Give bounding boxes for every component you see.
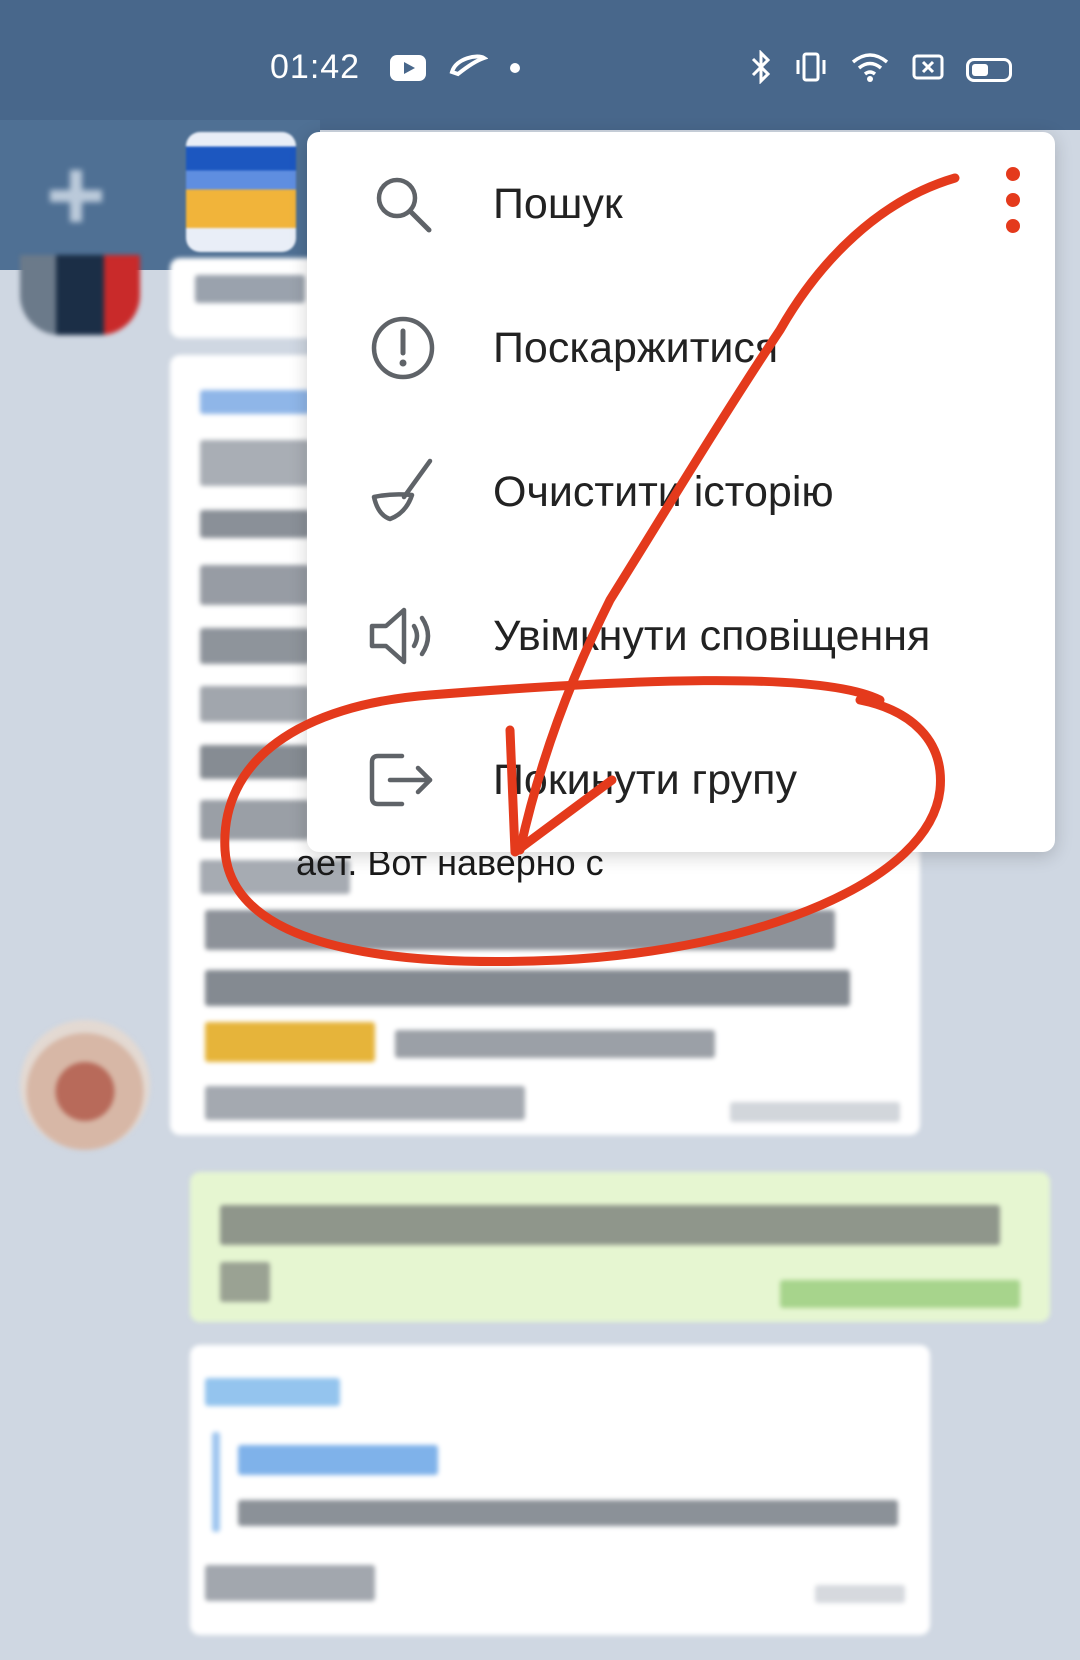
- broom-icon: [367, 456, 439, 528]
- speaker-icon: [367, 600, 439, 672]
- menu-item-unmute[interactable]: Увімкнути сповіщення: [307, 564, 1055, 708]
- report-icon: [367, 312, 439, 384]
- search-icon: [367, 168, 439, 240]
- more-vert-icon[interactable]: [1000, 164, 1026, 236]
- menu-item-label: Пошук: [493, 179, 623, 228]
- avatar: [20, 1020, 150, 1150]
- menu-item-clear-history[interactable]: Очистити історію: [307, 420, 1055, 564]
- menu-item-search[interactable]: Пошук: [307, 132, 1055, 276]
- menu-item-label: Покинути групу: [493, 755, 797, 804]
- avatar: [20, 255, 140, 335]
- menu-item-report[interactable]: Поскаржитися: [307, 276, 1055, 420]
- overflow-menu: Пошук Поскаржитися Очистити історію Увім…: [307, 132, 1055, 852]
- leave-icon: [367, 744, 439, 816]
- menu-item-label: Очистити історію: [493, 467, 834, 516]
- menu-item-leave-group[interactable]: Покинути групу: [307, 708, 1055, 852]
- menu-item-label: Увімкнути сповіщення: [493, 611, 931, 660]
- screen: 01:42 ает. Вот наверно с Пошук Поскаржит…: [0, 0, 1080, 1660]
- menu-item-label: Поскаржитися: [493, 323, 779, 372]
